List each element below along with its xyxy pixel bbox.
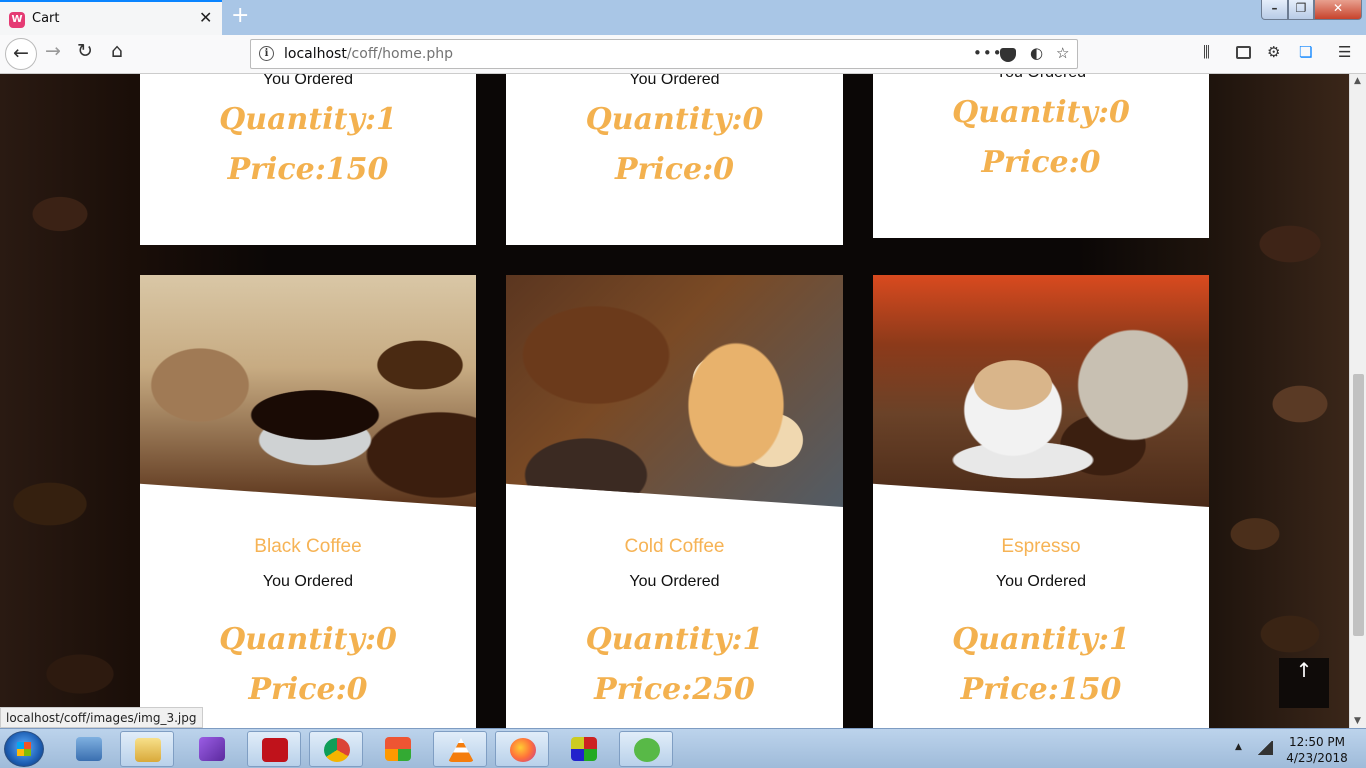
show-hidden-icons-icon[interactable]: ▲ (1235, 742, 1242, 752)
taskbar-app-grid[interactable] (371, 731, 425, 767)
quantity-value: Quantity:1 (952, 622, 1130, 657)
tab-title: Cart (32, 11, 60, 26)
you-ordered-label: You Ordered (629, 74, 720, 88)
utorrent-icon (634, 738, 660, 762)
acrobat-icon (262, 738, 288, 762)
scroll-up-icon[interactable]: ▲ (1354, 76, 1361, 86)
site-info-icon[interactable]: i (259, 46, 274, 61)
winrar-icon (571, 737, 597, 761)
you-ordered-label: You Ordered (262, 573, 354, 590)
url-host: localhost (284, 46, 347, 62)
taskbar-utorrent[interactable] (619, 731, 673, 767)
pocket-icon[interactable] (1000, 48, 1016, 62)
taskbar-file-explorer[interactable] (120, 731, 174, 767)
cold-coffee-image[interactable] (506, 275, 843, 507)
product-card-black-coffee: Black Coffee You Ordered Quantity:0 Pric… (140, 275, 476, 728)
espresso-image[interactable] (873, 275, 1209, 507)
taskbar-winrar[interactable] (557, 731, 611, 767)
price-value: Price:0 (981, 145, 1101, 180)
taskbar-acrobat[interactable] (247, 731, 301, 767)
control-panel-icon (76, 737, 102, 761)
status-link-preview: localhost/coff/images/img_3.jpg (0, 707, 203, 728)
product-name: Espresso (1001, 536, 1081, 557)
maximize-window-button[interactable]: ❐ (1288, 0, 1314, 20)
price-value: Price:250 (594, 672, 755, 707)
extension-gear-icon[interactable]: ⚙ (1267, 43, 1280, 61)
tab-strip: W Cart ✕ + – ❐ ✕ (0, 0, 1366, 35)
taskbar-vlc[interactable] (433, 731, 487, 767)
price-value: Price:150 (227, 152, 389, 187)
start-button[interactable] (4, 731, 44, 767)
taskbar-firefox[interactable] (495, 731, 549, 767)
home-button[interactable]: ⌂ (102, 40, 132, 70)
product-name: Black Coffee (254, 536, 362, 557)
price-value: Price:150 (960, 672, 1122, 707)
vlc-icon (448, 738, 474, 762)
app-grid-icon (385, 737, 411, 761)
scroll-down-icon[interactable]: ▼ (1354, 716, 1361, 726)
navigation-toolbar: ← → ↻ ⌂ i localhost/coff/home.php ••• ◐ … (0, 35, 1366, 74)
you-ordered-label: You Ordered (995, 573, 1087, 590)
quantity-value: Quantity:0 (219, 622, 397, 657)
url-text[interactable]: localhost/coff/home.php (284, 46, 453, 62)
sync-icon[interactable]: ❏ (1299, 43, 1312, 61)
price-value: Price:0 (614, 152, 735, 187)
taskbar-visual-studio[interactable] (185, 731, 239, 767)
back-to-top-button[interactable]: ↑ (1279, 658, 1329, 708)
site-favicon-icon: W (9, 12, 25, 28)
quantity-value: Quantity:0 (585, 102, 764, 137)
page-scrollbar[interactable]: ▲ ▼ (1349, 74, 1366, 728)
black-coffee-image[interactable] (140, 275, 476, 507)
product-card-cold-coffee: Cold Coffee You Ordered Quantity:1 Price… (506, 275, 843, 728)
close-window-button[interactable]: ✕ (1314, 0, 1362, 20)
folder-icon (135, 738, 161, 762)
close-tab-icon[interactable]: ✕ (199, 8, 212, 27)
you-ordered-label: You Ordered (629, 573, 720, 590)
tab-cart[interactable]: W Cart ✕ (0, 0, 222, 35)
cart-card-top-2: You Ordered Quantity:0 Price:0 (506, 74, 843, 245)
sidebar-icon[interactable] (1236, 46, 1251, 59)
taskbar-chrome[interactable] (309, 731, 363, 767)
bookmark-star-icon[interactable]: ☆ (1056, 44, 1069, 62)
url-path: /coff/home.php (346, 46, 453, 62)
product-card-espresso: Espresso You Ordered Quantity:1 Price:15… (873, 275, 1209, 728)
price-value: Price:0 (248, 672, 368, 707)
product-name: Cold Coffee (624, 536, 725, 557)
cart-card-top-1: You Ordered Quantity:1 Price:150 (140, 74, 476, 245)
firefox-icon (510, 738, 536, 762)
clock-time: 12:50 PM (1289, 735, 1345, 749)
clock-date: 4/23/2018 (1286, 751, 1348, 765)
reload-button[interactable]: ↻ (70, 40, 100, 70)
forward-button[interactable]: → (38, 40, 68, 70)
visual-studio-icon (199, 737, 225, 761)
quantity-value: Quantity:1 (585, 622, 764, 657)
address-bar[interactable]: i localhost/coff/home.php ••• ◐ ☆ (250, 39, 1078, 69)
chrome-icon (324, 738, 350, 762)
taskbar-control-panel[interactable] (62, 731, 116, 767)
hamburger-menu-icon[interactable]: ☰ (1338, 43, 1351, 61)
tracking-protection-icon[interactable]: ◐ (1030, 44, 1043, 62)
back-button[interactable]: ← (5, 38, 37, 70)
quantity-value: Quantity:0 (952, 95, 1130, 130)
new-tab-button[interactable]: + (231, 3, 249, 28)
you-ordered-label: You Ordered (873, 74, 1209, 82)
minimize-window-button[interactable]: – (1261, 0, 1288, 20)
page-actions-icon[interactable]: ••• (973, 44, 1003, 62)
you-ordered-label: You Ordered (262, 74, 354, 88)
cart-card-top-3: You Ordered Quantity:0 Price:0 (873, 74, 1209, 238)
scrollbar-thumb[interactable] (1353, 374, 1364, 636)
library-icon[interactable]: ⫼ (1203, 43, 1210, 61)
page-viewport: You Ordered Quantity:1 Price:150 You Ord… (0, 74, 1349, 728)
system-clock[interactable]: 12:50 PM 4/23/2018 (1282, 734, 1352, 766)
quantity-value: Quantity:1 (219, 102, 397, 137)
network-signal-icon[interactable] (1257, 741, 1273, 755)
windows-taskbar: ▲ 12:50 PM 4/23/2018 (0, 728, 1366, 768)
